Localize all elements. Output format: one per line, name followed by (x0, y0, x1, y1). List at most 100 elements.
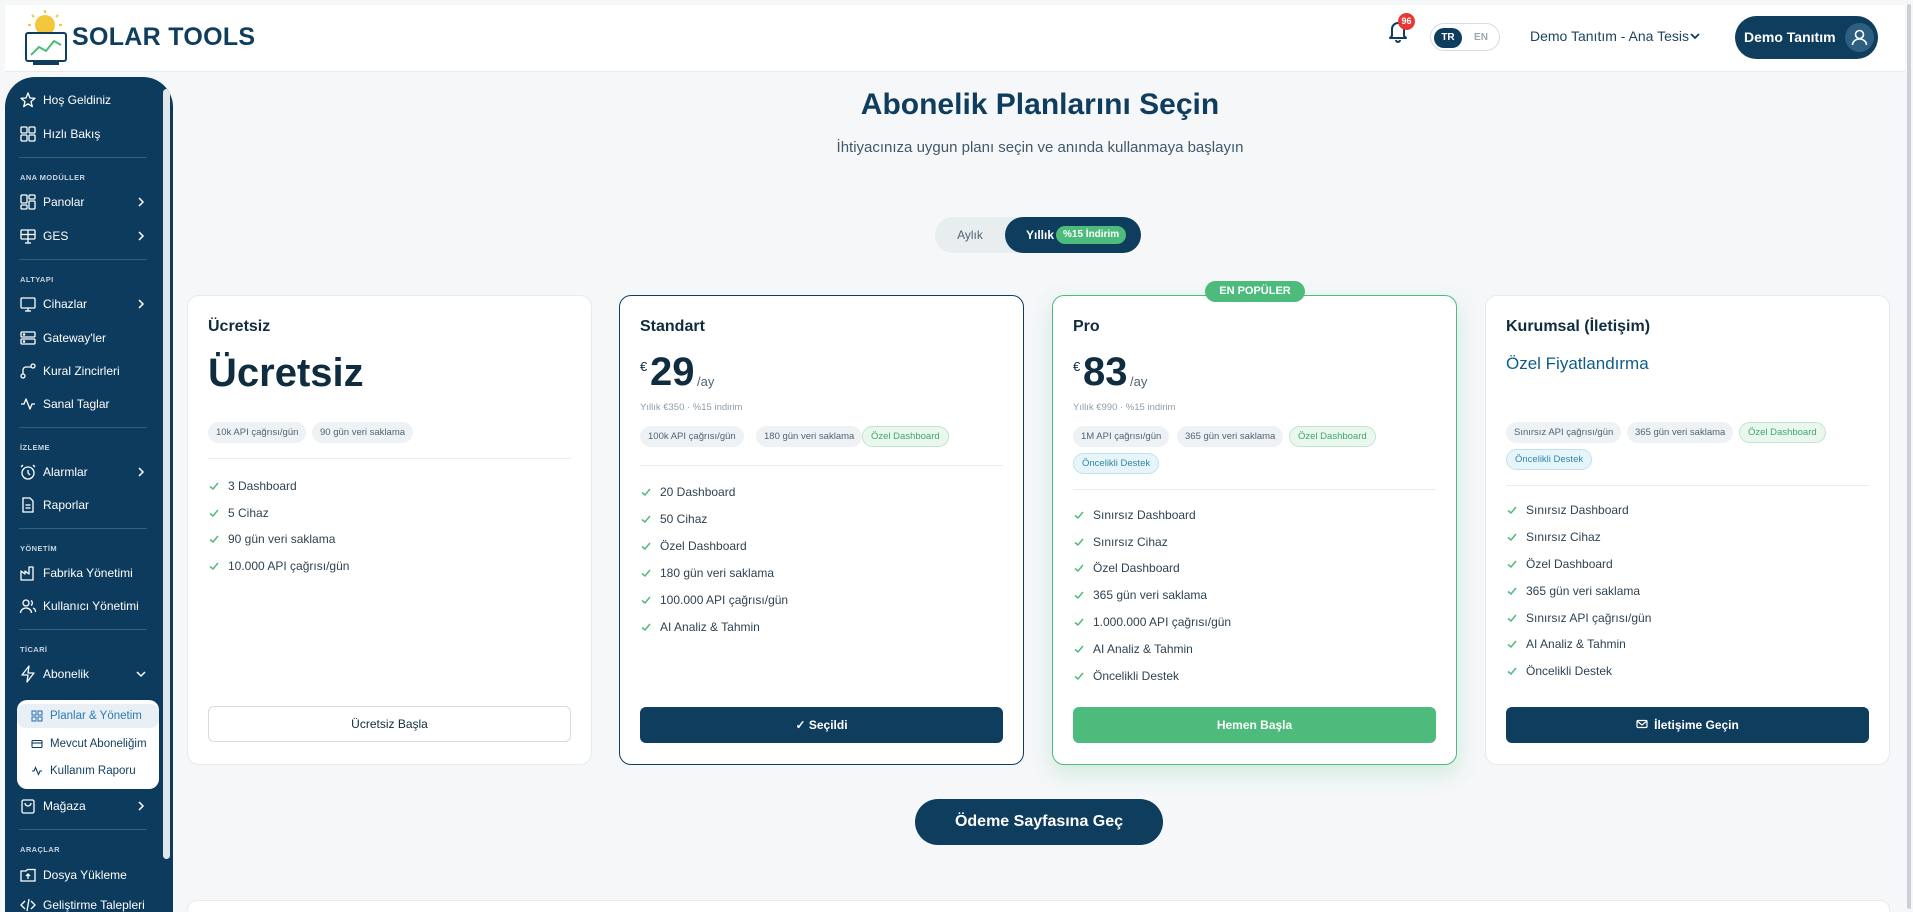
solar-panel-icon (20, 229, 36, 244)
billing-monthly-option[interactable]: Aylık (935, 217, 1005, 253)
sidebar-divider (19, 427, 147, 428)
language-toggle: TR EN (1430, 23, 1500, 51)
check-icon (1507, 667, 1517, 676)
billing-yearly-option[interactable]: Yıllık %15 İndirim (1005, 217, 1141, 253)
plan-currency: € (640, 359, 648, 374)
chevron-down-icon[interactable] (1689, 30, 1701, 42)
sidebar-item-label: Raporlar (43, 498, 90, 512)
plan-price: 29 (650, 350, 695, 394)
grid-icon (31, 710, 43, 722)
start-now-button[interactable]: Hemen Başla (1073, 707, 1436, 743)
sidebar-subitem-label: Mevcut Aboneliğim (50, 738, 147, 750)
plan-feature-text: 20 Dashboard (660, 485, 736, 499)
solar-logo-icon[interactable] (19, 9, 77, 69)
sidebar-item-factory[interactable]: Fabrika Yönetimi (19, 560, 147, 586)
brand-name: SOLAR TOOLS (72, 23, 256, 51)
check-icon (641, 488, 651, 497)
contact-us-button[interactable]: İletişime Geçin (1506, 707, 1869, 743)
sidebar-item-panels[interactable]: Panolar (19, 189, 147, 215)
facility-selector[interactable]: Demo Tanıtım - Ana Tesis (1530, 28, 1689, 44)
credit-card-icon (31, 739, 43, 749)
plan-feature-text: 100.000 API çağrısı/gün (660, 593, 789, 607)
check-icon (1507, 640, 1517, 649)
check-icon (1507, 506, 1517, 515)
user-menu-button[interactable]: Demo Tanıtım (1735, 16, 1878, 59)
sidebar-item-rule-chains[interactable]: Kural Zincirleri (19, 358, 147, 384)
plan-feature-text: 90 gün veri saklama (228, 532, 336, 546)
plan-chip-highlight: Özel Dashboard (862, 426, 949, 447)
lang-tr-option[interactable]: TR (1434, 28, 1462, 48)
page-scrollbar[interactable] (1907, 4, 1911, 909)
sidebar-item-label: Kullanıcı Yönetimi (43, 599, 139, 613)
plan-name: Ücretsiz (208, 318, 271, 335)
sidebar-item-devices[interactable]: Cihazlar (19, 291, 147, 317)
discount-badge: %15 İndirim (1056, 226, 1127, 244)
plan-yearly-note: Yıllık €990 · %15 indirim (1073, 402, 1176, 413)
plan-yearly-note: Yıllık €350 · %15 indirim (640, 402, 743, 413)
sidebar-item-ges[interactable]: GES (19, 223, 147, 249)
factory-icon (20, 566, 34, 581)
plan-chip: 90 gün veri saklama (312, 422, 414, 443)
workflow-icon (20, 363, 36, 379)
user-avatar-icon (1845, 23, 1874, 52)
most-popular-badge: EN POPÜLER (1205, 281, 1305, 302)
code-icon (20, 898, 36, 912)
plan-price: Özel Fiyatlandırma (1506, 354, 1649, 373)
sidebar-item-label: GES (43, 229, 69, 243)
sidebar-section-main: ANA MODÜLLER (20, 173, 86, 182)
sidebar-subitem-usage[interactable]: Kullanım Raporu (17, 759, 159, 783)
sidebar-item-gateways[interactable]: Gateway'ler (19, 325, 147, 351)
plan-feature-text: AI Analiz & Tahmin (660, 620, 760, 634)
sidebar-item-label: Mağaza (43, 799, 86, 813)
plan-feature-text: 10.000 API çağrısı/gün (228, 559, 350, 573)
start-free-button[interactable]: Ücretsiz Başla (208, 706, 571, 742)
plan-card-free: Ücretsiz Ücretsiz 10k API çağrısı/gün 90… (187, 295, 592, 765)
sidebar-section-commerce: TİCARİ (20, 645, 48, 654)
sidebar-item-alarms[interactable]: Alarmlar (19, 459, 147, 485)
plan-feature-text: AI Analiz & Tahmin (1093, 642, 1193, 656)
sidebar-subitem-current[interactable]: Mevcut Aboneliğim (17, 732, 159, 756)
sidebar-item-store[interactable]: Mağaza (19, 793, 147, 819)
sidebar-item-virtual-tags[interactable]: Sanal Taglar (19, 391, 147, 417)
sidebar-item-upload[interactable]: Dosya Yükleme (19, 862, 147, 888)
sidebar-item-label: Fabrika Yönetimi (43, 566, 133, 580)
billing-period-toggle: Aylık Yıllık %15 İndirim (935, 217, 1141, 253)
plan-chip-highlight: Özel Dashboard (1739, 422, 1826, 443)
zap-icon (21, 665, 35, 683)
sidebar-section-monitoring: İZLEME (20, 443, 50, 452)
plan-feature-text: Sınırsız Cihaz (1526, 530, 1601, 544)
selected-plan-button[interactable]: ✓ Seçildi (640, 707, 1003, 743)
chevron-right-icon (138, 299, 145, 309)
check-icon (641, 596, 651, 605)
plan-feature-text: Sınırsız Dashboard (1093, 508, 1196, 522)
sidebar-section-management: YÖNETİM (20, 544, 57, 553)
sidebar-item-reports[interactable]: Raporlar (19, 492, 147, 518)
sidebar-item-label: Gateway'ler (43, 331, 106, 345)
page-title: Abonelik Planlarını Seçin (860, 88, 1220, 121)
plan-chip-support: Öncelikli Destek (1073, 453, 1160, 474)
plan-name: Pro (1073, 318, 1100, 335)
lang-en-option[interactable]: EN (1467, 28, 1495, 48)
sidebar-subitem-plans[interactable]: Planlar & Yönetim (17, 704, 159, 728)
subscription-submenu: Planlar & Yönetim Mevcut Aboneliğim Kull… (17, 700, 159, 789)
plan-feature-text: 5 Cihaz (228, 506, 269, 520)
plan-currency: € (1073, 359, 1081, 374)
sidebar-item-dev-requests[interactable]: Geliştirme Talepleri (19, 892, 147, 912)
check-icon (209, 562, 219, 571)
page-subtitle: İhtiyacınıza uygun planı seçin ve anında… (836, 139, 1244, 156)
plan-chip: 10k API çağrısı/gün (208, 422, 307, 443)
sidebar-item-label: Dosya Yükleme (43, 868, 127, 882)
server-icon (20, 331, 36, 345)
plan-price: Ücretsiz (208, 351, 364, 395)
go-to-payment-button[interactable]: Ödeme Sayfasına Geç (915, 799, 1163, 845)
sidebar-scrollbar[interactable] (163, 89, 170, 859)
sidebar-item-subscription[interactable]: Abonelik (19, 661, 147, 687)
plan-name: Kurumsal (İletişim) (1506, 318, 1651, 335)
bottom-panel (187, 900, 1890, 912)
folder-upload-icon (20, 868, 36, 882)
plan-feature-text: Özel Dashboard (1093, 561, 1180, 575)
check-icon (641, 515, 651, 524)
sidebar-item-users[interactable]: Kullanıcı Yönetimi (19, 593, 147, 619)
plan-feature-text: Özel Dashboard (660, 539, 747, 553)
plan-feature-text: AI Analiz & Tahmin (1526, 637, 1626, 651)
